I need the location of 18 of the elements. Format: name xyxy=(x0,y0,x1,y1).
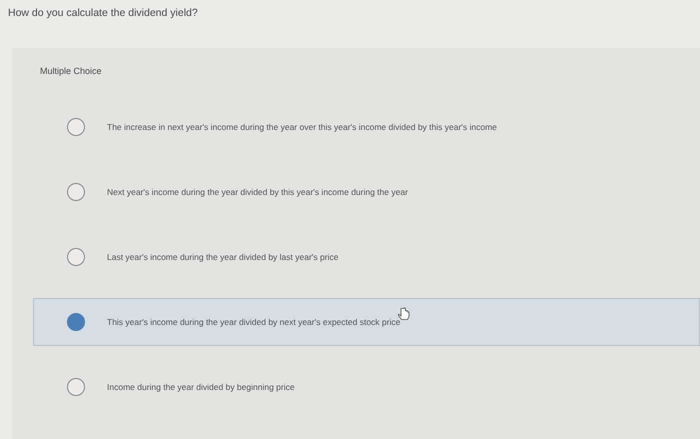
question-type-label: Multiple Choice xyxy=(39,66,103,76)
answer-text: The increase in next year's income during the year over this year's income divided by this year's income xyxy=(107,122,497,132)
question-text: How do you calculate the dividend yield? xyxy=(7,6,199,21)
answer-option[interactable]: The increase in next year's income during the year over this year's income divided by this year's income xyxy=(33,103,700,151)
answer-text: Last year's income during the year divided by last year's price xyxy=(107,252,338,262)
radio-button[interactable] xyxy=(67,118,85,136)
radio-button[interactable] xyxy=(67,378,85,396)
hand-cursor-icon xyxy=(398,307,410,321)
answer-option[interactable]: This year's income during the year divided by next year's expected stock price xyxy=(33,298,700,346)
radio-button[interactable] xyxy=(67,183,85,201)
answer-option[interactable]: Last year's income during the year divided by last year's price xyxy=(33,233,700,281)
answer-option[interactable]: Income during the year divided by beginning price xyxy=(33,363,700,411)
radio-button[interactable] xyxy=(67,313,85,331)
answer-text: Next year's income during the year divided by this year's income during the year xyxy=(107,187,408,197)
radio-button[interactable] xyxy=(67,248,85,266)
answer-option[interactable]: Next year's income during the year divided by this year's income during the year xyxy=(33,168,700,216)
answer-text: This year's income during the year divided by next year's expected stock price xyxy=(107,317,400,327)
answer-text: Income during the year divided by beginning price xyxy=(107,382,295,392)
